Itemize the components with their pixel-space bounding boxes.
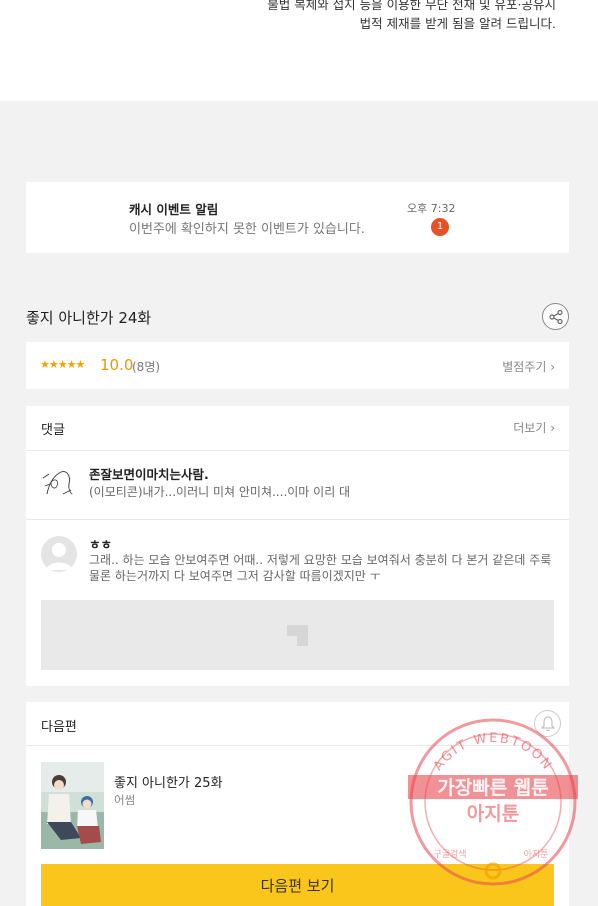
rating-score: 10.0 [100, 356, 134, 374]
next-episode-header: 다음편 [26, 702, 569, 746]
star-rating-icon: ★★★★★ [40, 358, 85, 371]
ad-placeholder[interactable] [41, 600, 554, 670]
comment-item[interactable]: 존잘보면이마치는사람. (이모티콘)내가...이러니 미쳐 안미쳐....이마 … [26, 451, 569, 520]
share-icon [549, 309, 563, 325]
comment-author: 존잘보면이마치는사람. [89, 467, 209, 482]
notification-bell-button[interactable] [534, 710, 561, 737]
next-episode-author: 어썸 [114, 793, 136, 807]
comment-author: ㅎㅎ [89, 537, 113, 552]
bell-icon [541, 716, 555, 732]
comments-section: 댓글 더보기 › 존잘보면이마치는사람. (이모티콘)내가...이러니 미쳐 안… [26, 406, 569, 686]
avatar [41, 536, 77, 572]
next-episode-thumbnail[interactable] [41, 762, 104, 849]
event-count-badge: 1 [431, 218, 449, 236]
share-button[interactable] [542, 303, 569, 330]
view-next-episode-button[interactable]: 다음편 보기 [41, 864, 554, 906]
event-time: 오후 7:32 [407, 202, 456, 215]
rating-count: (8명) [132, 360, 161, 374]
comments-header: 댓글 더보기 › [26, 406, 569, 451]
comment-item[interactable]: ㅎㅎ 그래.. 하는 모습 안보여주면 어때.. 저렇게 요망한 모습 보여줘서… [26, 520, 569, 600]
next-episode-name[interactable]: 좋지 아니한가 25화 [114, 772, 223, 791]
event-description: 이번주에 확인하지 못한 이벤트가 있습니다. [129, 222, 365, 237]
notice-line-2: 법적 제재를 받게 됨을 알려 드립니다. [359, 16, 556, 31]
comment-text: (이모티콘)내가...이러니 미쳐 안미쳐....이마 이리 대 [89, 485, 351, 499]
notice-line-1: 불법 복제와 접지 등을 이용한 무단 전재 및 유포·공유시 [267, 0, 556, 12]
rating-bar: ★★★★★ 10.0 (8명) 별점주기 › [26, 342, 569, 389]
comment-text: 그래.. 하는 모습 안보여주면 어때.. 저렇게 요망한 모습 보여줘서 충분… [89, 553, 552, 583]
copyright-notice: 불법 복제와 접지 등을 이용한 무단 전재 및 유포·공유시 법적 제재를 받… [0, 0, 598, 101]
comments-title: 댓글 [41, 423, 65, 438]
next-episode-title: 다음편 [41, 720, 77, 735]
cash-event-notification[interactable]: 캐시 이벤트 알림 이번주에 확인하지 못한 이벤트가 있습니다. 오후 7:3… [26, 182, 569, 253]
next-episode-section: 다음편 좋지 아니한가 25화 어썸 다음편 보기 [26, 702, 569, 906]
avatar [41, 464, 77, 500]
rate-button[interactable]: 별점주기 › [502, 358, 555, 375]
comments-more-link[interactable]: 더보기 › [513, 419, 555, 436]
episode-title: 좋지 아니한가 24화 [26, 309, 152, 327]
event-title: 캐시 이벤트 알림 [129, 202, 219, 217]
